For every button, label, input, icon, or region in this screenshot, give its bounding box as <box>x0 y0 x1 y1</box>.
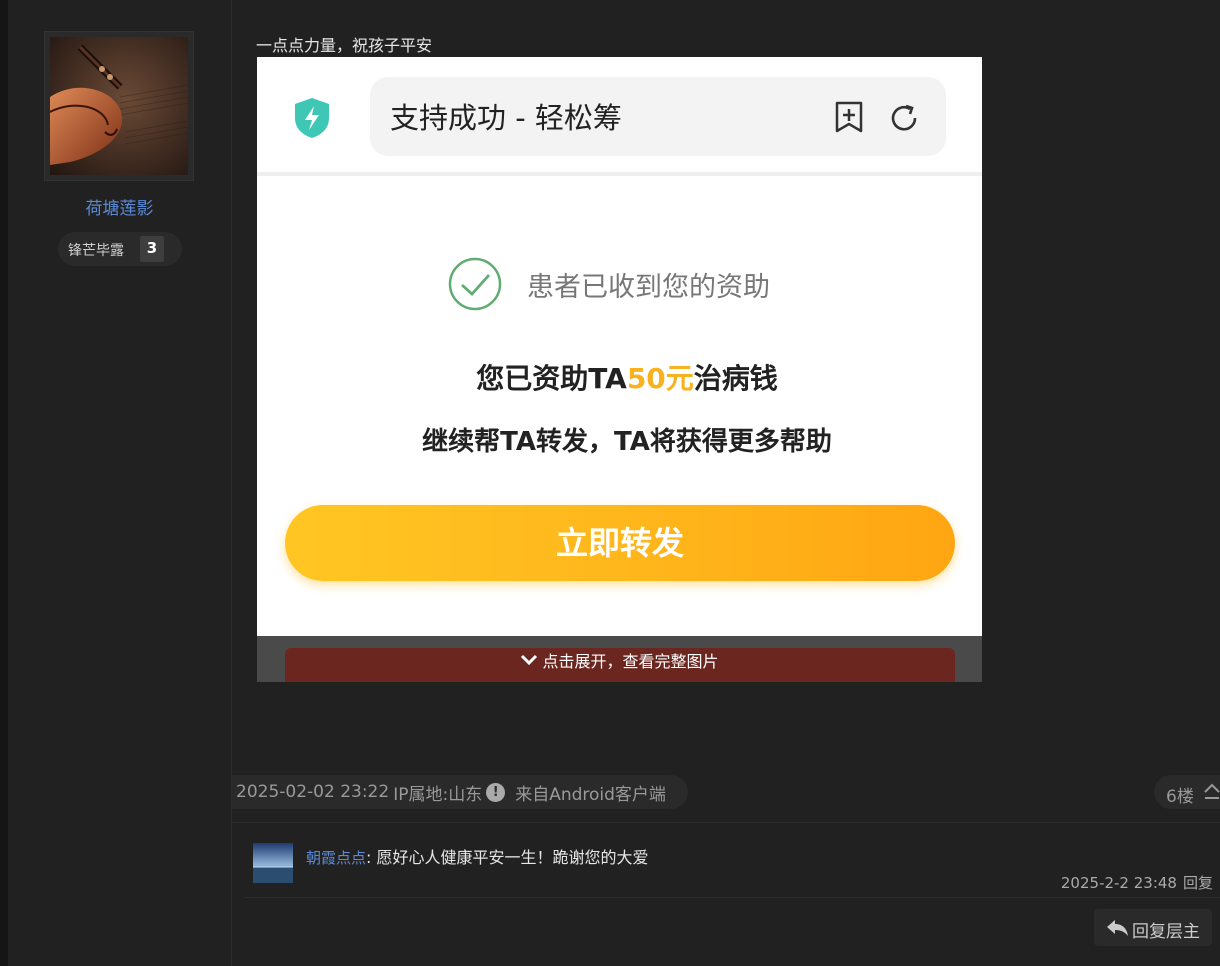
ip-location: IP属地:山东 <box>393 784 483 805</box>
reply-timestamp: 2025-2-2 23:48 <box>1060 874 1177 892</box>
share-prompt: 继续帮TA转发，TA将获得更多帮助 <box>422 427 832 457</box>
reply-meta: 2025-2-2 23:48 回复 <box>1061 872 1213 893</box>
reply-to-floor-button[interactable]: 回复层主 <box>1094 909 1212 946</box>
reply-link[interactable]: 回复 <box>1183 874 1213 892</box>
post-source: 来自Android客户端 <box>515 784 666 805</box>
chevron-down-icon <box>521 654 538 666</box>
shield-icon <box>295 98 329 138</box>
expand-image-label[interactable]: 点击展开，查看完整图片 <box>257 648 982 672</box>
bookmark-add-icon <box>835 101 863 133</box>
author-sidebar: 荷塘莲影 锋芒毕露 3 <box>8 0 232 966</box>
post-content-text: 一点点力量，祝孩子平安 <box>256 36 433 55</box>
left-edge-strip <box>0 0 8 966</box>
reply-text: 愿好心人健康平安一生！跪谢您的大爱 <box>376 848 649 867</box>
post-datetime: 2025-02-02 23:22 <box>236 782 390 802</box>
floor-indicator[interactable]: 6楼 <box>1154 775 1220 809</box>
refresh-icon <box>891 104 917 131</box>
divider <box>244 897 1220 898</box>
donation-prefix: 您已资助TA <box>476 362 627 395</box>
reply-content: 朝霞点点: 愿好心人健康平安一生！跪谢您的大爱 <box>306 844 649 868</box>
received-text: 患者已收到您的资助 <box>527 272 770 303</box>
reply-item: 朝霞点点: 愿好心人健康平安一生！跪谢您的大爱 2025-2-2 23:48 回复 <box>244 823 1220 898</box>
reply-to-floor-label: 回复层主 <box>1132 922 1200 942</box>
violin-avatar-image <box>50 37 188 175</box>
collapse-up-icon[interactable] <box>1202 779 1220 803</box>
floor-number: 6楼 <box>1166 787 1194 807</box>
image-title: 支持成功 - 轻松筹 <box>390 101 622 135</box>
reply-arrow-icon <box>1107 920 1128 936</box>
author-username[interactable]: 荷塘莲影 <box>8 194 231 219</box>
info-alert-icon[interactable]: ! <box>486 782 506 802</box>
reply-username[interactable]: 朝霞点点 <box>306 849 366 867</box>
level-name: 锋芒毕露 <box>68 243 124 259</box>
check-circle-icon <box>448 257 502 311</box>
reply-separator: : <box>366 848 372 867</box>
post-image[interactable]: 支持成功 - 轻松筹 患者已收到您的资助 您已资助TA50元治病钱 继续帮TA转… <box>257 57 982 682</box>
share-now-button-image: 立即转发 <box>285 505 955 581</box>
level-badge[interactable]: 锋芒毕露 3 <box>58 232 182 266</box>
donation-suffix: 治病钱 <box>693 362 778 395</box>
image-divider <box>257 172 982 176</box>
expand-image-bar[interactable]: 点击展开，查看完整图片 <box>257 636 982 682</box>
expand-text: 点击展开，查看完整图片 <box>542 652 719 671</box>
donation-amount-line: 您已资助TA50元治病钱 <box>257 357 982 397</box>
image-title-bar: 支持成功 - 轻松筹 <box>370 77 946 156</box>
donation-amount: 50元 <box>626 362 694 395</box>
post-main: 一点点力量，祝孩子平安 支持成功 - 轻松筹 患者已收到您的资助 您已资助TA5… <box>232 0 1220 966</box>
author-avatar[interactable] <box>45 32 193 180</box>
level-number: 3 <box>140 236 164 262</box>
post-meta: 2025-02-02 23:22 IP属地:山东 ! 来自Android客户端 <box>232 775 688 809</box>
reply-avatar[interactable] <box>253 843 293 883</box>
